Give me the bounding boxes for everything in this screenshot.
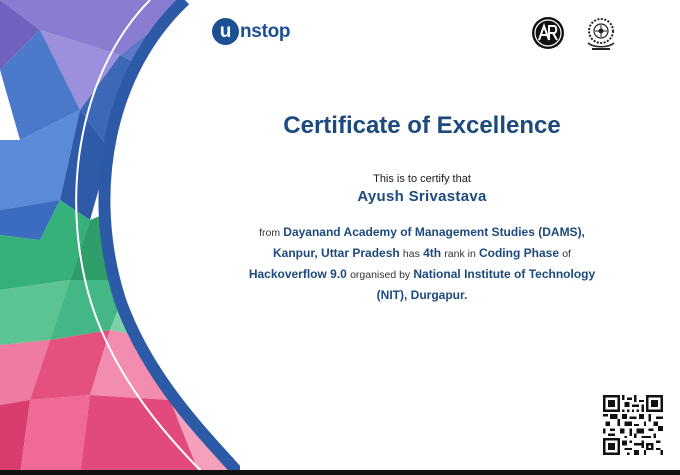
qr-code-icon: [603, 395, 663, 455]
text-rank-in: rank in: [444, 248, 476, 260]
text-of: of: [562, 248, 571, 260]
text-from: from: [259, 227, 281, 239]
phase-name: Coding Phase: [478, 246, 559, 260]
text-organised-by: organised by: [350, 269, 411, 281]
decorative-polygon-band: [0, 0, 240, 475]
certificate-page: u nstop Certificate of Excellence This i…: [0, 0, 680, 475]
certificate-body: from Dayanand Academy of Management Stud…: [248, 222, 596, 306]
unstop-logo-mark: u: [212, 18, 239, 45]
text-has: has: [402, 248, 420, 260]
event-name: Hackoverflow 9.0: [248, 267, 347, 281]
nit-durgapur-emblem-icon: [587, 18, 615, 50]
unstop-logo-text: nstop: [240, 20, 291, 42]
bottom-border: [0, 470, 680, 475]
unstop-logo: u nstop: [212, 18, 291, 45]
recipient-name: Ayush Srivastava: [357, 188, 487, 205]
rank: 4th: [423, 246, 442, 260]
ar-logo-icon: [532, 17, 564, 49]
certify-intro: This is to certify that: [373, 173, 471, 185]
certificate-title: Certificate of Excellence: [283, 112, 561, 139]
organiser-name: National Institute of Technology (NIT), …: [376, 267, 596, 302]
